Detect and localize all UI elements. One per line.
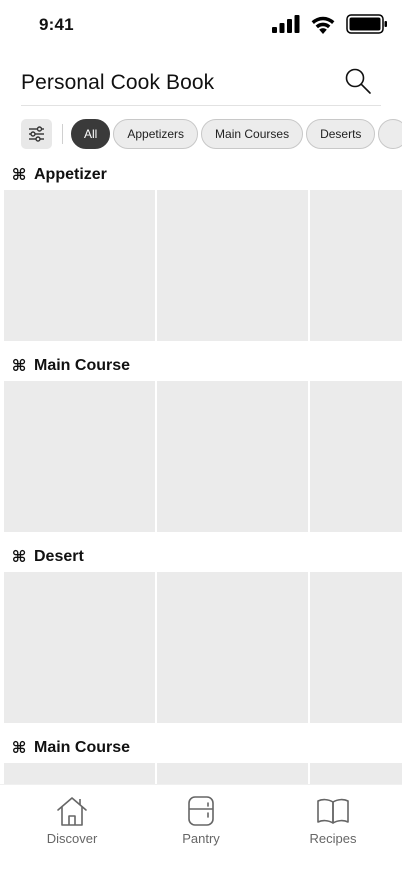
nav-discover[interactable]: Discover: [32, 795, 112, 851]
search-button[interactable]: [343, 67, 373, 97]
search-icon: [345, 68, 371, 94]
home-icon: [57, 797, 87, 826]
section-title: ⌘ Appetizer: [10, 164, 107, 186]
cellular-signal-icon: [272, 15, 300, 33]
recipe-card[interactable]: [157, 572, 308, 723]
section-title: ⌘ Main Course: [10, 737, 130, 759]
header: Personal Cook Book: [21, 64, 381, 106]
nav-pantry[interactable]: Pantry: [161, 795, 241, 851]
recipe-card[interactable]: [4, 381, 155, 532]
status-bar: 9:41: [0, 0, 402, 50]
recipe-card[interactable]: [310, 190, 402, 341]
filter-row: All Appetizers Main Courses Deserts: [21, 118, 402, 150]
wifi-icon: [311, 16, 335, 34]
page-title: Personal Cook Book: [21, 71, 215, 94]
recipe-card[interactable]: [157, 190, 308, 341]
section-title-label: Main Course: [34, 357, 131, 374]
section-title-label: Appetizer: [34, 166, 107, 183]
battery-icon: [346, 14, 387, 34]
category-chips: All Appetizers Main Courses Deserts: [71, 119, 402, 149]
nav-recipes-label: Recipes: [309, 831, 357, 846]
sliders-icon: [29, 126, 44, 142]
app-screen: 9:41 Personal Cook Book All Appetizers M…: [0, 0, 402, 874]
section-title: ⌘ Main Course: [10, 355, 130, 377]
filter-settings-button[interactable]: [21, 119, 52, 149]
filter-divider: [62, 124, 63, 144]
nav-pantry-label: Pantry: [182, 831, 220, 846]
status-time: 9:41: [39, 15, 74, 34]
bottom-nav: Discover Pantry Recipes: [0, 784, 402, 874]
chip-deserts[interactable]: Deserts: [306, 119, 376, 149]
command-icon: ⌘: [11, 740, 27, 757]
command-icon: ⌘: [11, 167, 27, 184]
chip-more[interactable]: [378, 119, 402, 149]
status-icons: [272, 13, 388, 35]
fridge-icon: [188, 796, 214, 826]
section-title-label: Desert: [34, 548, 84, 565]
chip-appetizers[interactable]: Appetizers: [113, 119, 199, 149]
book-icon: [317, 798, 349, 824]
recipe-card-row: [4, 190, 402, 341]
chip-main-courses[interactable]: Main Courses: [201, 119, 304, 149]
chip-all[interactable]: All: [71, 119, 111, 149]
section-title: ⌘ Desert: [10, 546, 84, 568]
recipe-card[interactable]: [310, 381, 402, 532]
command-icon: ⌘: [11, 549, 27, 566]
recipe-card-row: [4, 381, 402, 532]
command-icon: ⌘: [11, 358, 27, 375]
recipe-card[interactable]: [4, 190, 155, 341]
recipe-card[interactable]: [4, 572, 155, 723]
section-title-label: Main Course: [34, 739, 131, 756]
recipe-card[interactable]: [157, 381, 308, 532]
recipe-card[interactable]: [310, 572, 402, 723]
recipe-card-row: [4, 572, 402, 723]
nav-recipes[interactable]: Recipes: [293, 795, 373, 851]
nav-discover-label: Discover: [46, 831, 98, 846]
